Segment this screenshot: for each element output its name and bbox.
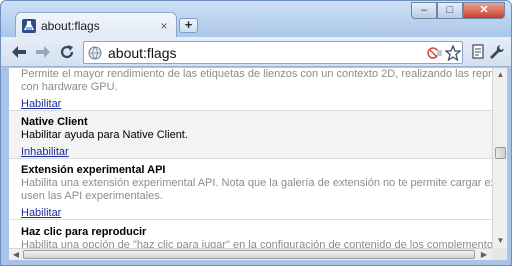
experiment-description-cont: usen las API experimentales.	[21, 190, 163, 202]
page-menu-icon[interactable]	[469, 42, 489, 62]
url-input[interactable]	[108, 44, 426, 61]
address-bar[interactable]	[83, 41, 463, 64]
reload-icon[interactable]	[57, 42, 77, 62]
experiment-native-client: Native Client Habilitar ayuda para Nativ…	[9, 111, 492, 158]
vertical-scroll-thumb[interactable]	[495, 147, 506, 159]
experiment-title: Native Client	[21, 116, 88, 128]
experiment-description: Permite el mayor rendimiento de las etiq…	[21, 68, 492, 80]
vertical-scrollbar[interactable]: ▲ ▼	[492, 68, 507, 248]
forward-arrow-icon[interactable]	[33, 42, 53, 62]
horizontal-scroll-thumb[interactable]	[23, 250, 475, 259]
scroll-left-icon[interactable]: ◀	[10, 249, 22, 260]
toolbar	[1, 37, 511, 67]
title-bar: about:flags × + – □ ✕	[1, 1, 511, 38]
tab-close-icon[interactable]: ×	[158, 19, 170, 33]
flags-page: Permite el mayor rendimiento de las etiq…	[9, 68, 492, 248]
experiment-title: Extensión experimental API	[21, 164, 166, 176]
tab-about-flags[interactable]: about:flags ×	[15, 12, 177, 38]
experiment-description: Habilita una extensión experimental API.…	[21, 177, 492, 189]
experiment-click-to-play: Haz clic para reproducir Habilita una op…	[9, 220, 492, 248]
new-tab-button[interactable]: +	[179, 18, 198, 33]
experiment-description-cont: con hardware GPU.	[21, 81, 118, 93]
experiment-description: Habilitar ayuda para Native Client.	[21, 129, 188, 141]
browser-window: about:flags × + – □ ✕ about:flags Permit…	[0, 0, 512, 266]
scrollbar-corner	[492, 248, 507, 260]
horizontal-scrollbar[interactable]: ◀ ▶	[9, 248, 492, 260]
scroll-down-icon[interactable]: ▼	[495, 235, 506, 246]
star-icon[interactable]	[444, 44, 462, 62]
close-window-button[interactable]: ✕	[463, 2, 505, 19]
sandbox-page-icon[interactable]	[426, 44, 444, 62]
minimize-button[interactable]: –	[411, 2, 437, 19]
tab-title: about:flags	[41, 18, 100, 33]
wrench-icon[interactable]	[487, 42, 507, 62]
maximize-button[interactable]: □	[437, 2, 463, 19]
window-controls: – □ ✕	[411, 2, 505, 19]
scroll-up-icon[interactable]: ▲	[495, 69, 506, 80]
experiment-title: Haz clic para reproducir	[21, 226, 147, 238]
back-arrow-icon[interactable]	[9, 42, 29, 62]
experiment-extension-api: Extensión experimental API Habilita una …	[9, 159, 492, 219]
flask-icon	[22, 18, 36, 33]
scroll-right-icon[interactable]: ▶	[478, 249, 490, 260]
experiment-gpu-canvas: Permite el mayor rendimiento de las etiq…	[9, 68, 492, 110]
experiment-description: Habilita una opción de "haz clic para ju…	[21, 239, 492, 248]
globe-icon	[88, 46, 102, 60]
